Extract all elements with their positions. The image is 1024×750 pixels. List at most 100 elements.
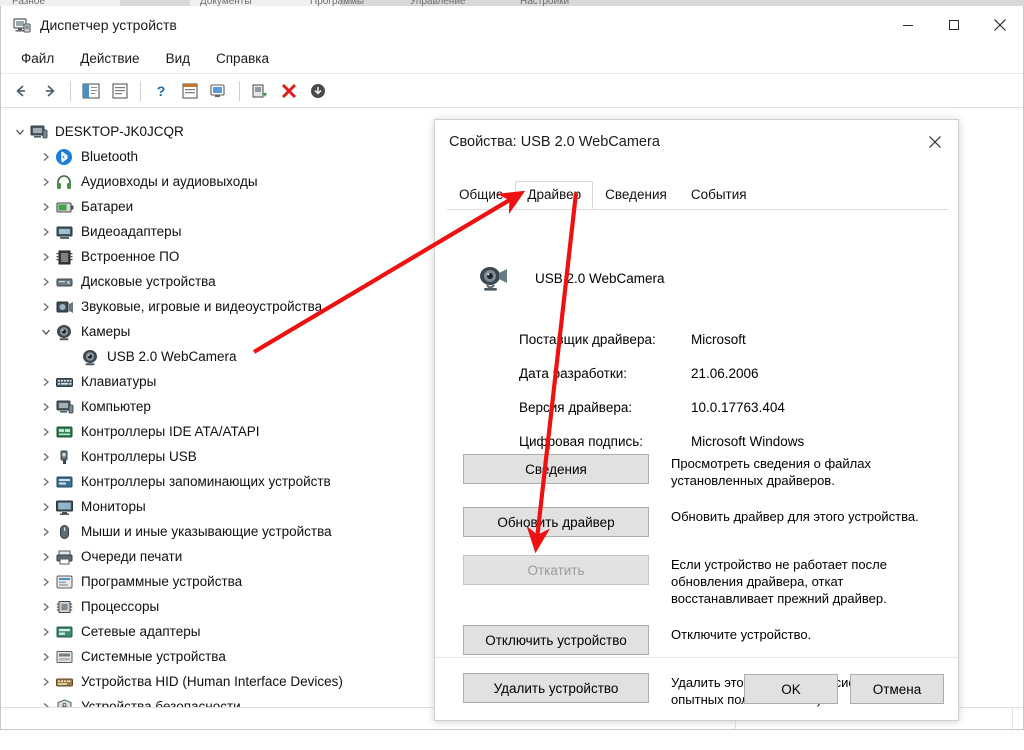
driver-info-value: Microsoft: [691, 332, 746, 347]
tree-item-label: Программные устройства: [81, 574, 243, 589]
hid-device-icon: [55, 673, 75, 691]
chevron-right-icon[interactable]: [37, 252, 55, 262]
uninstall-device-icon[interactable]: [275, 78, 303, 104]
driver-info-label: Версия драйвера:: [519, 400, 633, 415]
mouse-icon: [55, 523, 75, 541]
tree-item-label: Дисковые устройства: [81, 274, 216, 289]
update-driver-icon[interactable]: [304, 78, 332, 104]
chevron-right-icon[interactable]: [37, 652, 55, 662]
security-device-icon: [55, 698, 75, 707]
chevron-right-icon[interactable]: [37, 527, 55, 537]
driver-action-row: Откатить Если устройство не работает посл…: [463, 555, 933, 607]
driver-action-button[interactable]: Отключить устройство: [463, 625, 649, 655]
tab-driver[interactable]: Драйвер: [515, 181, 594, 209]
tree-item-label: Процессоры: [81, 599, 160, 614]
show-hide-tree-icon[interactable]: [77, 78, 105, 104]
chevron-right-icon[interactable]: [37, 502, 55, 512]
chevron-right-icon[interactable]: [37, 552, 55, 562]
driver-action-button[interactable]: Обновить драйвер: [463, 507, 649, 537]
driver-action-button: Откатить: [463, 555, 649, 585]
firmware-icon: [55, 248, 75, 266]
chevron-right-icon[interactable]: [37, 177, 55, 187]
tree-root-label: DESKTOP-JK0JCQR: [55, 124, 184, 139]
tree-item-label: Системные устройства: [81, 649, 226, 664]
keyboard-icon: [55, 373, 75, 391]
tab-general[interactable]: Общие: [447, 181, 515, 209]
tree-item-label: Устройства безопасности: [81, 699, 241, 707]
help-icon[interactable]: ?: [147, 78, 175, 104]
audio-icon: [55, 173, 75, 191]
chevron-right-icon[interactable]: [37, 677, 55, 687]
driver-info-label: Дата разработки:: [519, 366, 628, 381]
properties-icon[interactable]: [106, 78, 134, 104]
window-caption-buttons: [885, 6, 1023, 44]
ok-button[interactable]: OK: [744, 674, 838, 704]
back-icon[interactable]: [7, 78, 35, 104]
chevron-right-icon[interactable]: [37, 377, 55, 387]
battery-icon: [55, 198, 75, 216]
tree-item-label: Видеоадаптеры: [81, 224, 182, 239]
maximize-icon[interactable]: [931, 6, 977, 44]
chevron-right-icon[interactable]: [37, 577, 55, 587]
tree-item-label: Компьютер: [81, 399, 151, 414]
chevron-right-icon[interactable]: [37, 477, 55, 487]
tab-events[interactable]: События: [679, 181, 759, 209]
display-adapter-icon: [55, 223, 75, 241]
chevron-right-icon[interactable]: [37, 277, 55, 287]
chevron-right-icon[interactable]: [37, 152, 55, 162]
driver-action-row: Сведения Просмотреть сведения о файлах ус…: [463, 454, 933, 489]
toolbar-separator-3: [239, 80, 240, 101]
tree-item-label: Звуковые, игровые и видеоустройства: [81, 299, 323, 314]
tree-item-label: Мыши и иные указывающие устройства: [81, 524, 332, 539]
software-device-icon: [55, 573, 75, 591]
chevron-right-icon[interactable]: [37, 402, 55, 412]
driver-action-button[interactable]: Сведения: [463, 454, 649, 484]
chevron-right-icon[interactable]: [37, 202, 55, 212]
toolbar-separator-1: [70, 80, 71, 101]
close-icon[interactable]: [977, 6, 1023, 44]
menu-item-action[interactable]: Действие: [68, 47, 151, 70]
minimize-icon[interactable]: [885, 6, 931, 44]
menu-item-help[interactable]: Справка: [204, 47, 281, 70]
dialog-body: Общие Драйвер Сведения События USB 2.0 W…: [435, 164, 958, 720]
monitor-icon: [55, 498, 75, 516]
driver-info-value: 21.06.2006: [691, 366, 759, 381]
cancel-button[interactable]: Отмена: [850, 674, 944, 704]
scan-devices-icon[interactable]: [205, 78, 233, 104]
tree-item-label: Сетевые адаптеры: [81, 624, 201, 639]
update-hardware-icon[interactable]: [176, 78, 204, 104]
chevron-right-icon[interactable]: [37, 227, 55, 237]
driver-action-description: Просмотреть сведения о файлах установлен…: [671, 456, 871, 488]
chevron-right-icon[interactable]: [37, 627, 55, 637]
enable-device-icon[interactable]: [246, 78, 274, 104]
driver-action-description: Если устройство не работает после обновл…: [671, 557, 887, 606]
chevron-down-icon[interactable]: [11, 127, 29, 137]
chevron-right-icon[interactable]: [37, 602, 55, 612]
bluetooth-icon: [55, 148, 75, 166]
chevron-right-icon[interactable]: [37, 302, 55, 312]
menu-item-file[interactable]: Файл: [9, 47, 66, 70]
dialog-title: Свойства: USB 2.0 WebCamera: [449, 134, 660, 150]
camera-icon: [55, 323, 75, 341]
webcam-icon: [477, 264, 511, 292]
menubar: Файл Действие Вид Справка: [1, 44, 1023, 74]
window-title: Диспетчер устройств: [40, 17, 177, 33]
menu-item-view[interactable]: Вид: [154, 47, 202, 70]
chevron-right-icon[interactable]: [37, 452, 55, 462]
tree-item-label: Встроенное ПО: [81, 249, 180, 264]
tree-item-label: Контроллеры запоминающих устройств: [81, 474, 331, 489]
driver-info-value: 10.0.17763.404: [691, 400, 785, 415]
tree-item-label: Контроллеры IDE ATA/ATAPI: [81, 424, 260, 439]
tab-details[interactable]: Сведения: [593, 181, 679, 209]
tree-item-label: Клавиатуры: [81, 374, 157, 389]
forward-icon[interactable]: [36, 78, 64, 104]
ide-controller-icon: [55, 423, 75, 441]
close-icon[interactable]: [912, 120, 958, 164]
sound-video-icon: [55, 298, 75, 316]
chevron-right-icon[interactable]: [37, 427, 55, 437]
dialog-tabs: Общие Драйвер Сведения События: [447, 181, 759, 209]
tree-item-label: Мониторы: [81, 499, 146, 514]
dialog-titlebar: Свойства: USB 2.0 WebCamera: [435, 120, 958, 164]
chevron-down-icon[interactable]: [37, 327, 55, 337]
driver-action-button[interactable]: Удалить устройство: [463, 673, 649, 703]
